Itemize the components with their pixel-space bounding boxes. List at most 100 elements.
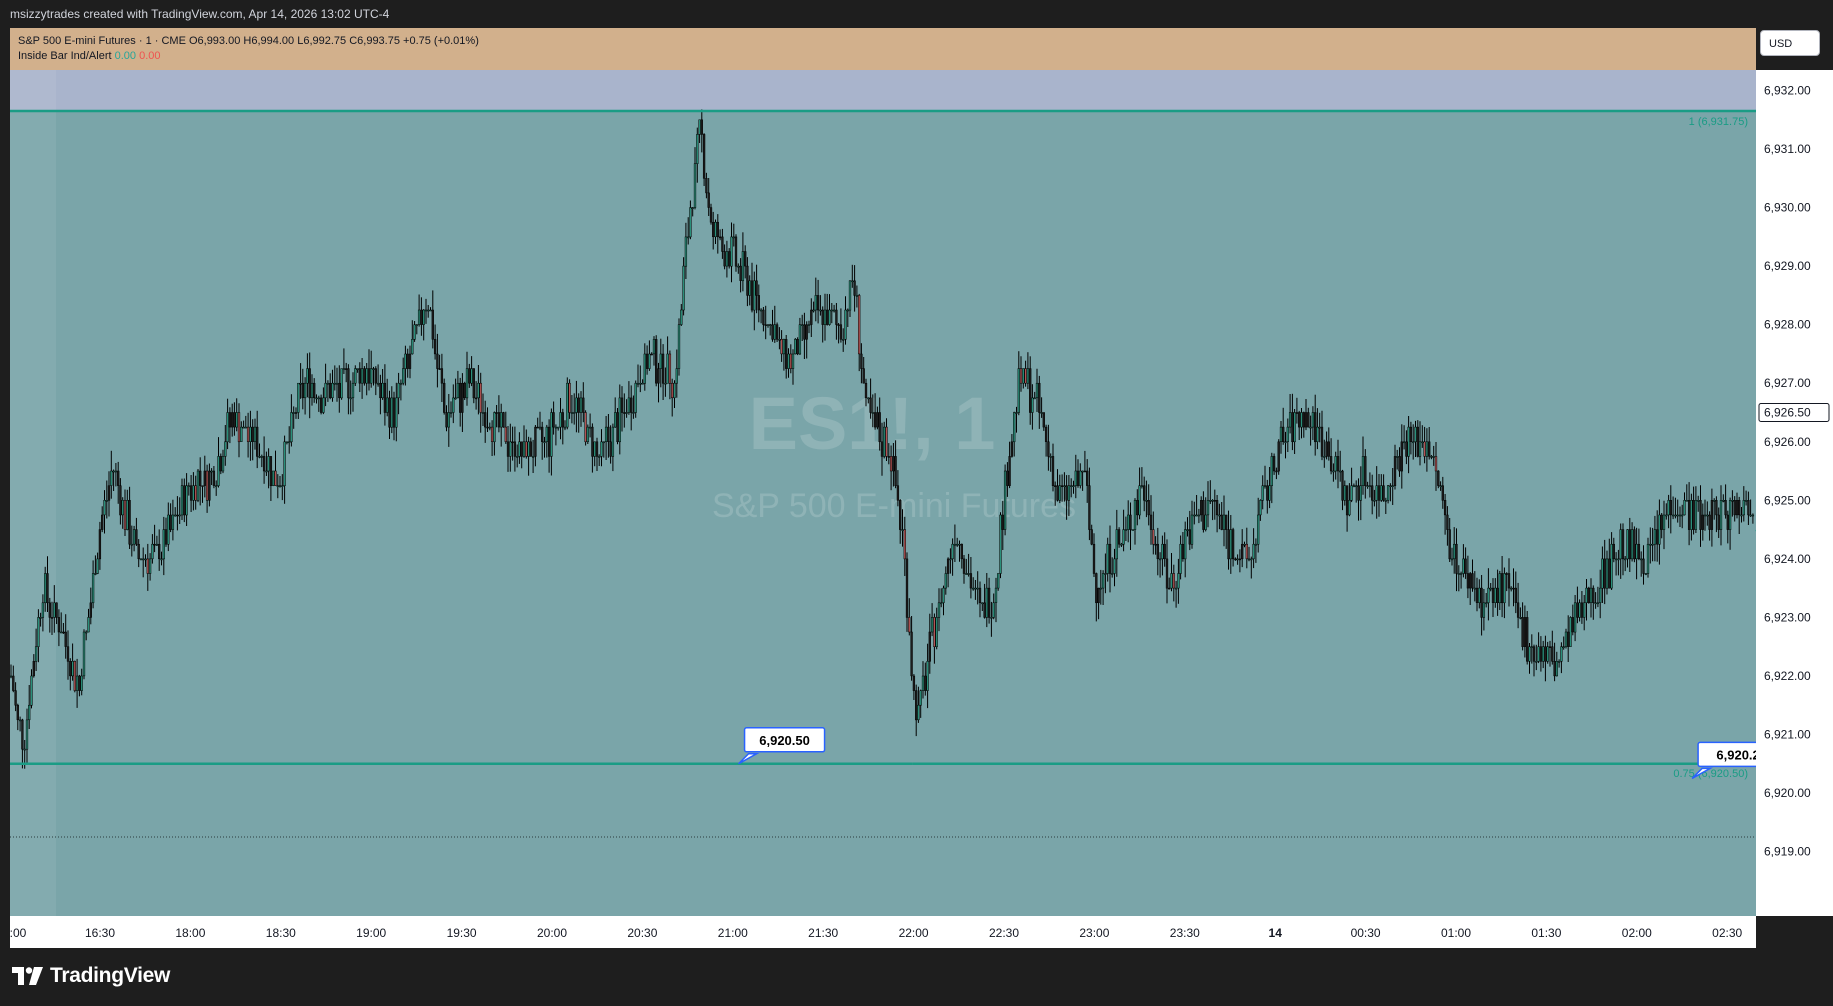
candle-body: [493, 412, 496, 443]
legend-indicator-line[interactable]: Inside Bar Ind/Alert 0.00 0.00: [18, 50, 161, 62]
candle-body: [1086, 470, 1089, 486]
candle-body: [796, 339, 799, 355]
candle-body: [1181, 543, 1185, 560]
candle-body: [892, 456, 895, 472]
candle-body: [1026, 368, 1030, 384]
time-tick: 22:00: [899, 926, 929, 940]
candle-body: [288, 441, 291, 444]
candle-body: [1104, 573, 1107, 575]
candle-body: [600, 441, 603, 457]
candle-body: [217, 456, 220, 486]
candle-body: [538, 426, 542, 429]
candle-body: [819, 309, 822, 312]
candle-body: [618, 397, 621, 443]
candle-body: [18, 719, 22, 722]
candle-body: [1286, 426, 1289, 442]
candle-body: [490, 426, 494, 442]
candle-body: [1662, 514, 1666, 530]
candle-body: [411, 339, 414, 355]
candle-body: [1491, 587, 1495, 603]
candle-body: [728, 251, 731, 267]
candle-body: [1124, 529, 1128, 531]
candle-body: [609, 441, 612, 457]
candle-body: [80, 675, 83, 691]
tradingview-logo[interactable]: TradingView: [12, 964, 170, 988]
currency-button[interactable]: USD: [1760, 30, 1820, 56]
candle-body: [958, 543, 961, 546]
candle-body: [242, 426, 245, 429]
candle-body: [682, 265, 685, 311]
candle-body: [1653, 529, 1657, 545]
candle-body: [1699, 500, 1702, 530]
time-axis[interactable]: :00 16:30 18:00 18:30 19:00 19:30 20:00 20:30 21…: [10, 916, 1756, 948]
candle-body: [1585, 587, 1588, 603]
candle-body: [376, 382, 380, 385]
candle-body: [1628, 529, 1631, 560]
candle-body: [1056, 485, 1059, 501]
candle-body: [443, 382, 446, 413]
candle-body: [1407, 426, 1410, 457]
candle-body: [347, 368, 350, 399]
candle-body: [445, 412, 448, 428]
candle-body: [1612, 543, 1615, 560]
candle-body: [1222, 514, 1226, 530]
candle-body: [46, 573, 49, 604]
candle-body: [139, 558, 143, 561]
candle-body: [1371, 485, 1374, 501]
candle-body: [598, 456, 601, 458]
candle-body: [659, 353, 662, 369]
time-tick: 21:00: [718, 926, 748, 940]
candle-body: [860, 353, 863, 369]
candle-body: [338, 382, 341, 399]
candle-body: [826, 309, 829, 325]
price-chart[interactable]: ES1!, 1 S&P 500 E-mini Futures 1 (6,931.…: [10, 28, 1756, 916]
candle-body: [354, 368, 357, 384]
candle-body: [511, 441, 514, 444]
candle-body: [1583, 602, 1586, 618]
candle-body: [527, 441, 530, 457]
candle-body: [714, 221, 717, 238]
candle-body: [1482, 602, 1486, 618]
candle-body: [1329, 456, 1333, 472]
price-tick: 6,925.00: [1764, 493, 1811, 507]
candle-body: [734, 236, 738, 267]
candle-body: [276, 485, 279, 487]
candle-body: [801, 324, 804, 326]
price-tick: 6,928.00: [1764, 318, 1811, 332]
candle-body: [1738, 500, 1741, 516]
candle-body: [782, 339, 786, 355]
candle-body: [21, 719, 24, 750]
candle-body: [438, 368, 441, 370]
candle-body: [237, 412, 241, 443]
session-shade: [10, 70, 56, 916]
candle-body: [949, 558, 952, 561]
candle-body: [687, 236, 690, 239]
candle: [1131, 529, 1134, 531]
candle-body: [333, 382, 336, 385]
candle-body: [390, 397, 393, 428]
candle-body: [1343, 485, 1346, 501]
candle-body: [1106, 543, 1109, 574]
candle-body: [404, 353, 407, 369]
chart-area[interactable]: ES1!, 1 S&P 500 E-mini Futures 1 (6,931.…: [10, 28, 1756, 916]
candle-body: [1320, 426, 1324, 457]
candle-body: [500, 412, 503, 428]
candle-body: [221, 456, 225, 472]
candle-body: [1553, 661, 1556, 677]
price-tick: 6,929.00: [1764, 259, 1811, 273]
candle-body: [661, 353, 665, 384]
candle-body: [75, 675, 79, 691]
candle-body: [652, 339, 656, 355]
price-axis[interactable]: 6,932.00 6,931.00 6,930.00 6,929.00 6,928.00…: [1756, 70, 1833, 916]
candle-body: [757, 295, 760, 311]
candle-body: [573, 412, 576, 414]
legend-symbol-line[interactable]: S&P 500 E-mini Futures · 1 · CME O6,993.…: [18, 35, 479, 47]
candle-body: [1042, 412, 1045, 428]
candle-body: [1519, 617, 1522, 619]
candle-body: [846, 309, 849, 312]
indicator-value-2: 0.00: [139, 50, 161, 62]
candle-body: [1573, 602, 1577, 633]
candle-body: [256, 426, 259, 457]
candle-body: [1070, 485, 1073, 487]
candle-body: [144, 558, 147, 561]
